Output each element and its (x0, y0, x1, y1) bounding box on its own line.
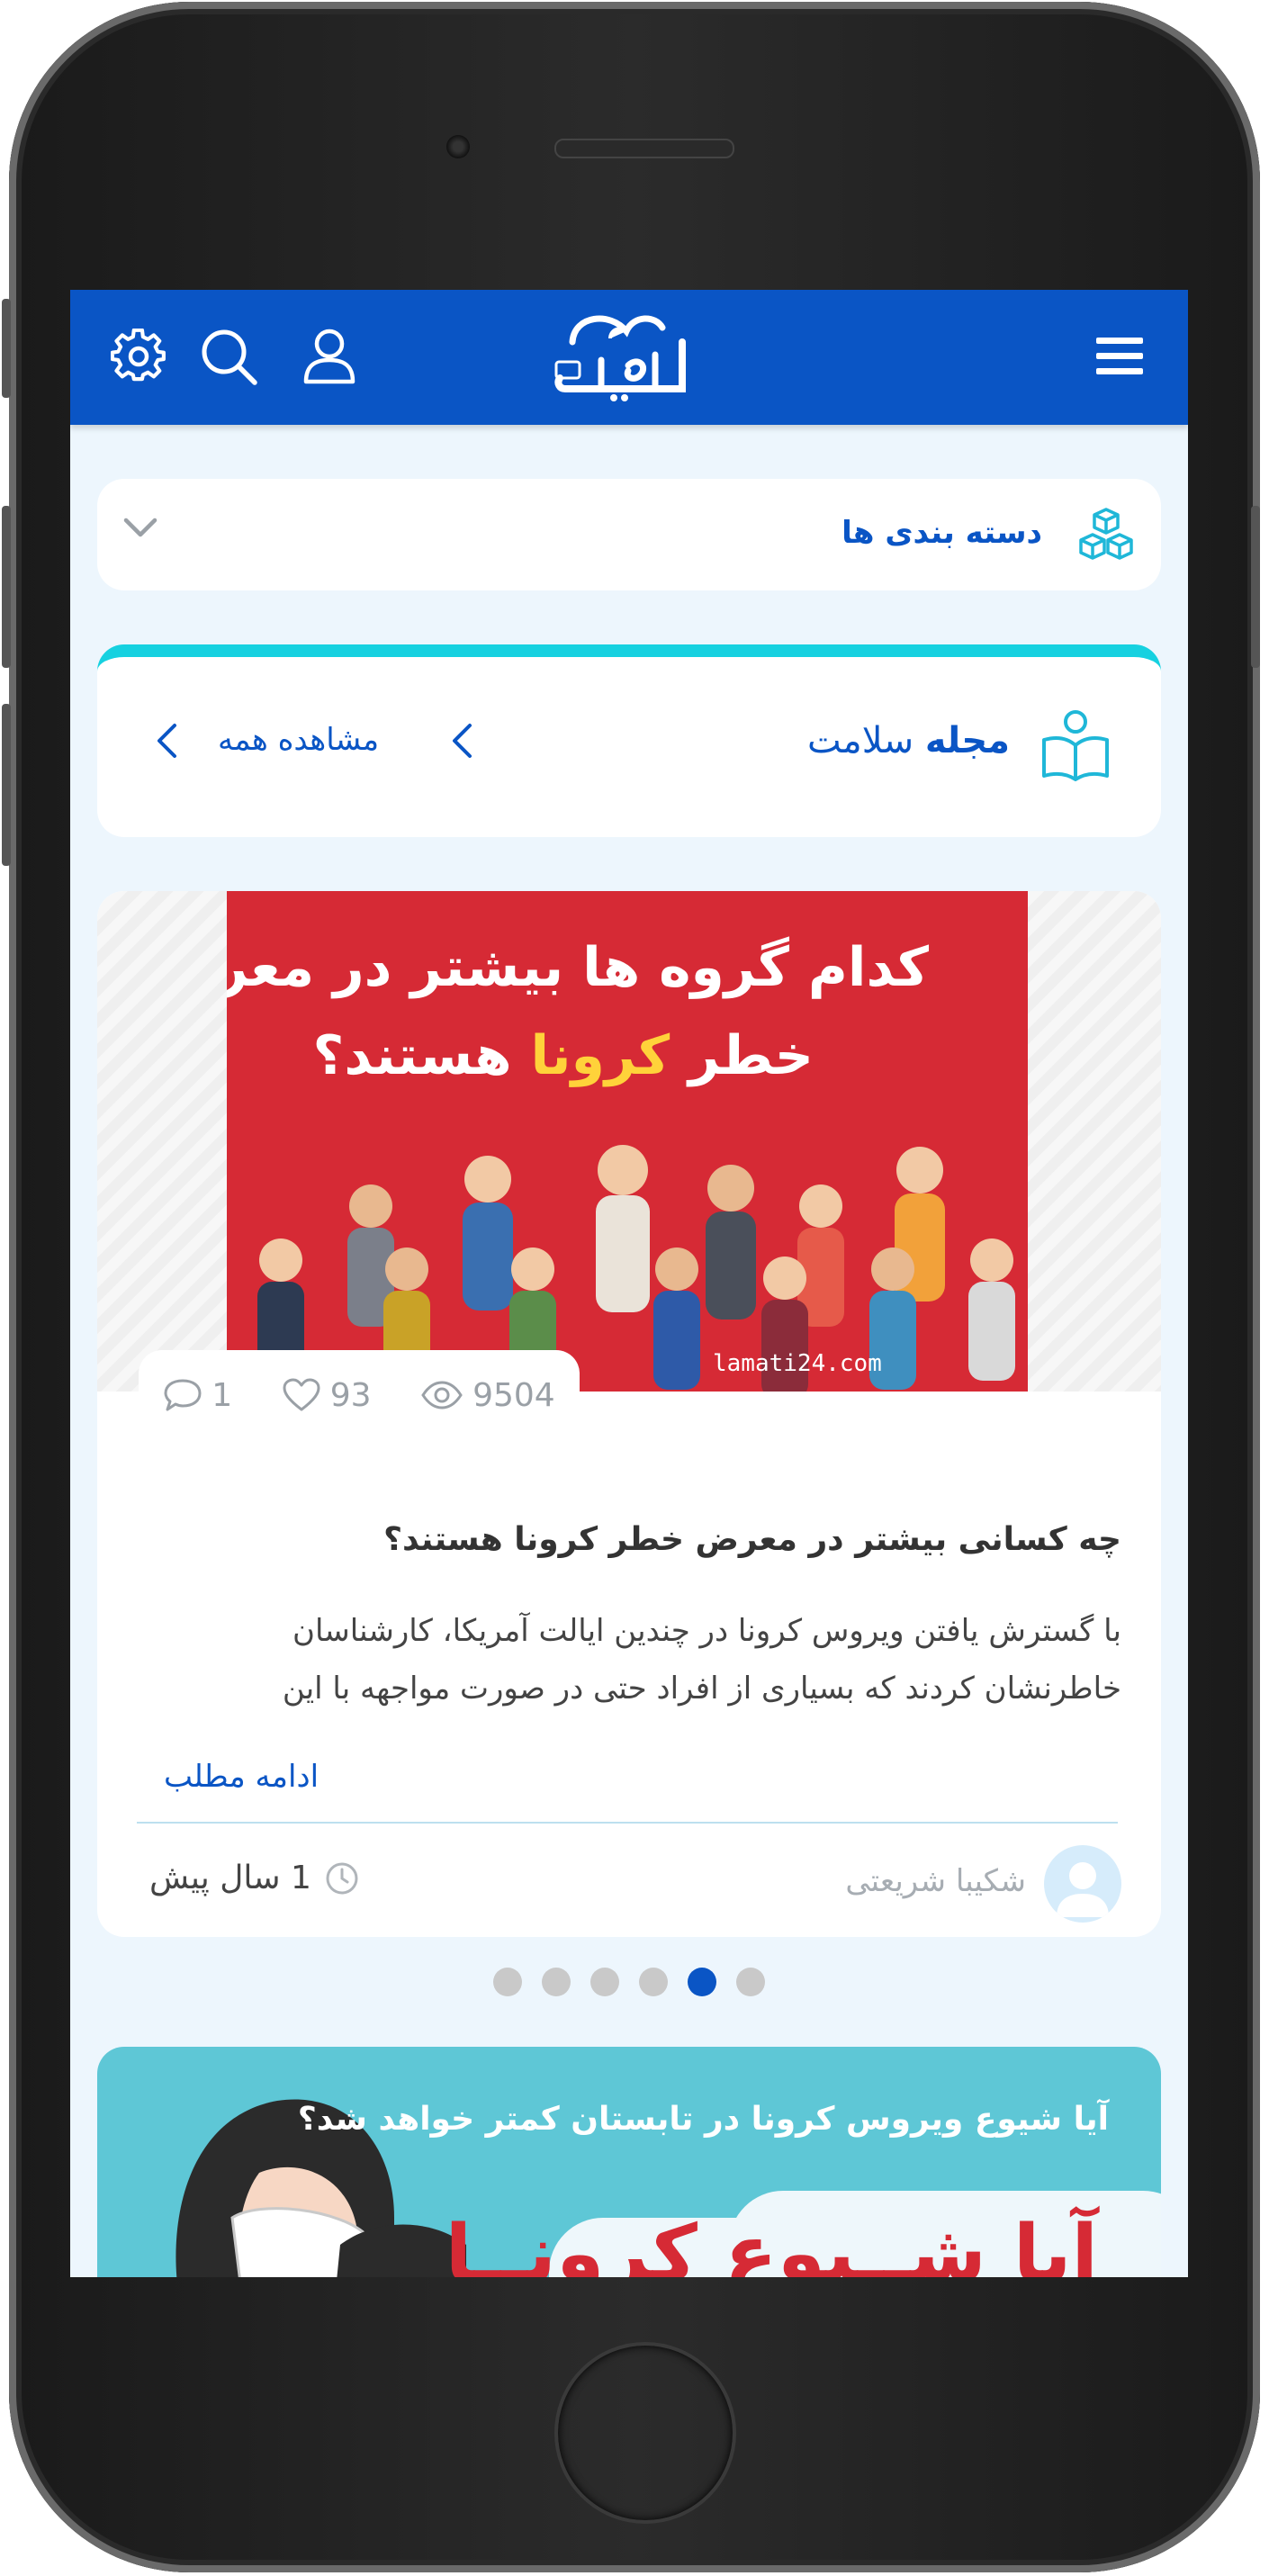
post-image-frame: کدام گروه ها بیشتر در معرض خطر کرونا هست… (97, 891, 1161, 1392)
comment-count: 1 (163, 1377, 232, 1414)
cubes-icon (1076, 506, 1136, 565)
earpiece-speaker (554, 139, 734, 158)
post-time: 1 سال پیش (149, 1860, 360, 1896)
gear-icon[interactable] (106, 324, 171, 389)
user-icon[interactable] (297, 324, 362, 389)
book-icon (1040, 709, 1111, 785)
hamburger-menu-icon[interactable] (1087, 324, 1152, 389)
carousel-dot-active[interactable] (688, 1968, 716, 1996)
power-button (1251, 506, 1260, 668)
image-watermark: lamati24.com (713, 1350, 882, 1377)
magazine-title: مجله سلامت (807, 720, 1010, 761)
heart-icon (283, 1378, 320, 1411)
view-all-link[interactable]: مشاهده همه (218, 722, 379, 758)
mute-switch (2, 299, 11, 398)
carousel-dot[interactable] (736, 1968, 765, 1996)
promo-illustration (176, 2099, 466, 2277)
image-headline-2: خطر کرونا هستند؟ (312, 1024, 814, 1087)
clock-icon (326, 1862, 358, 1894)
eye-icon (421, 1381, 463, 1410)
carousel-dots (493, 1968, 765, 1996)
post-author[interactable]: شکیبا شریعتی (845, 1863, 1026, 1899)
promo-banner-text: آیا شــیوع کرونــا (445, 2209, 1098, 2277)
post-title[interactable]: چه کسانی بیشتر در معرض خطر کرونا هستند؟ (383, 1521, 1121, 1558)
comment-icon (164, 1379, 202, 1411)
promo-article-card[interactable]: آیا شیوع ویروس کرونا در تابستان کمتر خوا… (97, 2047, 1161, 2277)
post-stats: 1 93 9504 (139, 1350, 580, 1440)
site-logo[interactable] (547, 306, 709, 409)
carousel-dot[interactable] (590, 1968, 619, 1996)
app-screen: دسته بندی ها مجله سلامت مشاهده همه کدام … (70, 290, 1188, 2277)
search-icon[interactable] (196, 324, 261, 389)
post-image[interactable]: کدام گروه ها بیشتر در معرض خطر کرونا هست… (227, 891, 1028, 1392)
chevron-left-icon[interactable] (155, 722, 178, 763)
top-app-bar (70, 290, 1188, 425)
chevron-down-icon[interactable] (122, 517, 158, 544)
carousel-dot[interactable] (542, 1968, 571, 1996)
post-excerpt: با گسترش یافتن ویروس کرونا در چندین ایال… (282, 1613, 1121, 1707)
carousel-dot[interactable] (639, 1968, 668, 1996)
like-count[interactable]: 93 (282, 1377, 372, 1414)
categories-dropdown[interactable]: دسته بندی ها (97, 479, 1161, 590)
read-more-link[interactable]: ادامه مطلب (164, 1759, 319, 1795)
promo-caption[interactable]: آیا شیوع ویروس کرونا در تابستان کمتر خوا… (298, 2101, 1109, 2138)
divider (137, 1822, 1118, 1824)
carousel-dot[interactable] (493, 1968, 522, 1996)
view-count: 9504 (420, 1377, 555, 1414)
magazine-section-header: مجله سلامت مشاهده همه (97, 644, 1161, 837)
avatar[interactable] (1044, 1845, 1121, 1923)
post-card[interactable]: کدام گروه ها بیشتر در معرض خطر کرونا هست… (97, 891, 1161, 1937)
image-headline-1: کدام گروه ها بیشتر در معرض (227, 936, 929, 999)
chevron-left-icon[interactable] (450, 722, 473, 763)
categories-label: دسته بندی ها (842, 515, 1042, 551)
home-button[interactable] (554, 2342, 736, 2524)
volume-up-button (2, 506, 11, 668)
volume-down-button (2, 704, 11, 866)
front-camera (446, 135, 470, 158)
